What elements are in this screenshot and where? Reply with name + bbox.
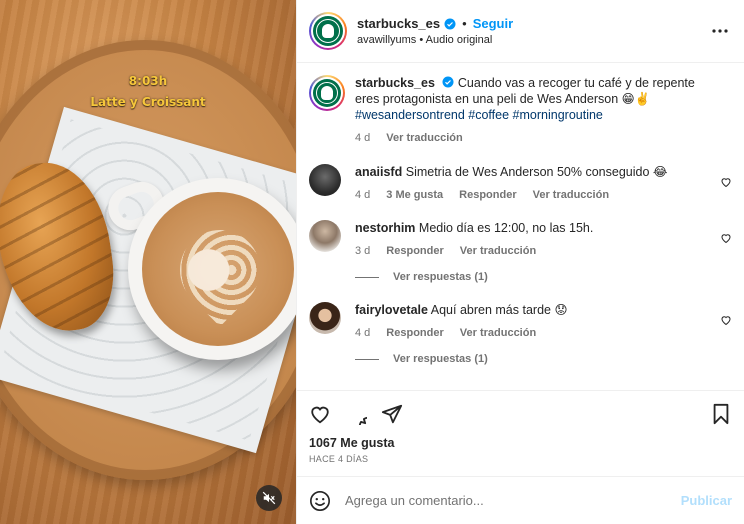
muted-speaker-icon	[262, 491, 276, 505]
comment-text: Medio día es 12:00, no las 15h.	[418, 221, 594, 235]
audio-attribution[interactable]: avawillyums • Audio original	[357, 34, 708, 46]
more-dots-icon	[712, 29, 728, 33]
comment-item: nestorhim Medio día es 12:00, no las 15h…	[309, 220, 732, 257]
comment-time[interactable]: 4 d	[355, 327, 370, 339]
verified-badge-icon	[444, 18, 456, 29]
author-info: starbucks_es • Seguir avawillyums • Audi…	[357, 16, 708, 46]
comment-like-heart-icon[interactable]	[720, 176, 732, 188]
commenter-username[interactable]: anaiisfd	[355, 165, 402, 179]
commenter-avatar[interactable]	[309, 164, 341, 196]
comments-section: starbucks_es Cuando vas a recoger tu caf…	[297, 63, 744, 390]
post-header: starbucks_es • Seguir avawillyums • Audi…	[297, 0, 744, 63]
translate-link[interactable]: Ver traducción	[460, 327, 536, 339]
hashtag-link[interactable]: #wesandersontrend	[355, 108, 465, 122]
translate-link[interactable]: Ver traducción	[386, 132, 462, 144]
more-options-button[interactable]	[708, 19, 732, 43]
translate-link[interactable]: Ver traducción	[460, 245, 536, 257]
comment-text: Simetria de Wes Anderson 50% conseguido …	[405, 165, 668, 179]
caption-time[interactable]: 4 d	[355, 132, 370, 144]
reply-button[interactable]: Responder	[386, 245, 443, 257]
hashtag-link[interactable]: #coffee	[468, 108, 509, 122]
reply-button[interactable]: Responder	[386, 327, 443, 339]
post-date[interactable]: HACE 4 DÍAS	[309, 454, 732, 464]
commenter-avatar[interactable]	[309, 220, 341, 252]
commenter-username[interactable]: fairylovetale	[355, 303, 428, 317]
view-replies-label: Ver respuestas (1)	[393, 271, 488, 283]
replies-divider-line	[355, 276, 379, 278]
commenter-username[interactable]: nestorhim	[355, 221, 415, 235]
likes-count[interactable]: 1067 Me gusta	[309, 436, 732, 450]
view-replies-button[interactable]: Ver respuestas (1)	[355, 271, 732, 283]
commenter-avatar[interactable]	[309, 302, 341, 334]
latte-cup	[128, 178, 296, 360]
instagram-post-modal: 8:03h Latte y Croissant starbucks_es • S…	[0, 0, 744, 524]
comment-bubble-icon[interactable]	[345, 403, 367, 425]
author-username[interactable]: starbucks_es	[357, 16, 440, 31]
paper-plane-icon[interactable]	[381, 403, 403, 425]
post-actions: 1067 Me gusta HACE 4 DÍAS	[297, 390, 744, 476]
caption-text: starbucks_es Cuando vas a recoger tu caf…	[355, 75, 702, 123]
comment-like-heart-icon[interactable]	[720, 232, 732, 244]
view-replies-button[interactable]: Ver respuestas (1)	[355, 353, 732, 365]
comment-time[interactable]: 4 d	[355, 189, 370, 201]
video-overlay-time: 8:03h	[128, 74, 168, 88]
separator-dot: •	[462, 16, 467, 31]
heart-icon[interactable]	[309, 403, 331, 425]
emoji-icon[interactable]	[309, 490, 331, 512]
mute-button[interactable]	[256, 485, 282, 511]
view-replies-label: Ver respuestas (1)	[393, 353, 488, 365]
bookmark-icon[interactable]	[710, 403, 732, 425]
hashtag-link[interactable]: #morningroutine	[513, 108, 603, 122]
comment-like-heart-icon[interactable]	[720, 314, 732, 326]
publish-button[interactable]: Publicar	[681, 493, 732, 508]
comment-item: anaiisfd Simetria de Wes Anderson 50% co…	[309, 164, 732, 201]
translate-link[interactable]: Ver traducción	[533, 189, 609, 201]
comment-text: Aquí abren más tarde 😟	[430, 303, 568, 317]
verified-badge-icon	[442, 76, 454, 88]
latte-coffee	[142, 192, 294, 346]
follow-button[interactable]: Seguir	[473, 16, 513, 31]
starbucks-logo-icon	[313, 79, 341, 107]
latte-art	[163, 213, 277, 327]
caption-avatar[interactable]	[309, 75, 345, 111]
post-panel: starbucks_es • Seguir avawillyums • Audi…	[296, 0, 744, 524]
comment-item: fairylovetale Aquí abren más tarde 😟 4 d…	[309, 302, 732, 339]
comment-likes-count[interactable]: 3 Me gusta	[386, 189, 443, 201]
post-video[interactable]: 8:03h Latte y Croissant	[0, 0, 296, 524]
reply-button[interactable]: Responder	[459, 189, 516, 201]
comment-time[interactable]: 3 d	[355, 245, 370, 257]
starbucks-logo-icon	[313, 16, 343, 46]
replies-divider-line	[355, 358, 379, 360]
author-avatar[interactable]	[309, 12, 347, 50]
caption-username[interactable]: starbucks_es	[355, 76, 435, 90]
comment-input[interactable]	[345, 493, 681, 508]
post-caption: starbucks_es Cuando vas a recoger tu caf…	[309, 75, 732, 144]
video-overlay-caption: Latte y Croissant	[90, 95, 206, 109]
add-comment-bar: Publicar	[297, 476, 744, 524]
